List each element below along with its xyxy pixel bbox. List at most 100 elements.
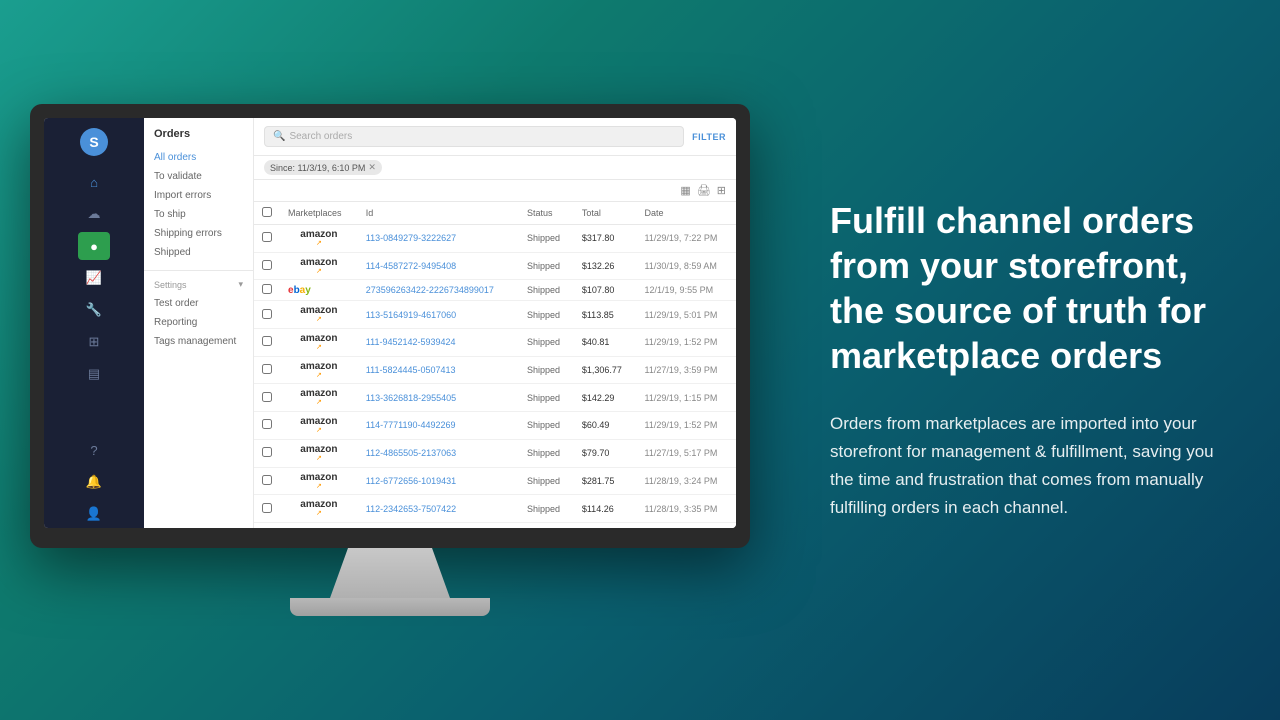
sidebar-icon-chart[interactable]: ● [78, 232, 110, 260]
cell-status: Shipped [519, 384, 574, 412]
cell-date: 11/29/19, 1:15 PM [637, 384, 736, 412]
cell-id: 111-5824445-0507413 [358, 356, 519, 384]
cell-date: 11/28/19, 3:24 PM [637, 467, 736, 495]
nav-shipped[interactable]: Shipped [144, 243, 253, 262]
text-section: Fulfill channel ordersfrom your storefro… [780, 158, 1280, 562]
nav-tags-management[interactable]: Tags management [144, 332, 253, 351]
table-row[interactable]: amazon↗113-5164919-4617060Shipped$113.85… [254, 301, 736, 329]
row-checkbox[interactable] [262, 447, 272, 457]
cell-status: Shipped [519, 412, 574, 440]
table-row[interactable]: ebay273596263422-2226734899017Shipped$10… [254, 280, 736, 301]
row-checkbox[interactable] [262, 309, 272, 319]
col-status: Status [519, 202, 574, 225]
table-toolbar: ▦ 🖨 ⊞ [254, 180, 736, 202]
cell-marketplace: amazon↗ [280, 329, 358, 357]
cell-id: 273596263422-2226734899017 [358, 280, 519, 301]
cell-marketplace: amazon↗ [280, 495, 358, 523]
nav-shipping-errors[interactable]: Shipping errors [144, 224, 253, 243]
sidebar-icon-doc[interactable]: ▤ [78, 360, 110, 388]
cell-date: 11/27/19, 5:17 PM [637, 439, 736, 467]
nav-reporting[interactable]: Reporting [144, 313, 253, 332]
select-all-checkbox[interactable] [262, 207, 272, 217]
search-box[interactable]: 🔍 Search orders [264, 126, 684, 147]
nav-all-orders[interactable]: All orders [144, 148, 253, 167]
cell-date: 11/27/19, 3:59 PM [637, 356, 736, 384]
app-sidebar: S ⌂ ☁ ● 📈 🔧 ⊞ ▤ ? 🔔 👤 [44, 118, 144, 528]
sidebar-icon-home[interactable]: ⌂ [78, 168, 110, 196]
table-row[interactable]: amazon↗111-5824445-0507413Shipped$1,306.… [254, 356, 736, 384]
monitor-bezel: S ⌂ ☁ ● 📈 🔧 ⊞ ▤ ? 🔔 👤 Orders All orde [30, 104, 750, 548]
table-row[interactable]: amazon↗114-4587272-9495408Shipped$132.26… [254, 252, 736, 280]
monitor-stand [330, 548, 450, 598]
table-row[interactable]: amazon↗111-9452142-5939424Shipped$40.811… [254, 329, 736, 357]
cell-total: $114.26 [574, 495, 637, 523]
table-row[interactable]: amazon↗114-7771190-4492269Shipped$60.491… [254, 412, 736, 440]
nav-import-errors[interactable]: Import errors [144, 186, 253, 205]
cell-total: $107.80 [574, 280, 637, 301]
table-row[interactable]: amazon↗112-6772656-1019431Shipped$281.75… [254, 467, 736, 495]
cell-total: $113.85 [574, 301, 637, 329]
cell-status: Shipped [519, 329, 574, 357]
cell-id: 112-6772656-1019431 [358, 467, 519, 495]
cell-status: Shipped [519, 356, 574, 384]
filter-tag[interactable]: Since: 11/3/19, 6:10 PM ✕ [264, 160, 382, 175]
toolbar-columns-icon[interactable]: ⊞ [717, 184, 726, 197]
toolbar-grid-icon[interactable]: ▦ [680, 184, 690, 197]
cell-date: 11/30/19, 8:59 AM [637, 252, 736, 280]
table-row[interactable]: amazon↗112-4865505-2137063Shipped$79.701… [254, 439, 736, 467]
cell-id: 112-2342653-7507422 [358, 495, 519, 523]
monitor-section: S ⌂ ☁ ● 📈 🔧 ⊞ ▤ ? 🔔 👤 Orders All orde [0, 0, 780, 720]
row-checkbox[interactable] [262, 284, 272, 294]
nav-to-ship[interactable]: To ship [144, 205, 253, 224]
nav-test-order[interactable]: Test order [144, 294, 253, 313]
row-checkbox[interactable] [262, 260, 272, 270]
cell-status: Shipped [519, 439, 574, 467]
row-checkbox[interactable] [262, 364, 272, 374]
sidebar-logo: S [80, 128, 108, 156]
cell-id: 114-4587272-9495408 [358, 252, 519, 280]
cell-status: Shipped [519, 280, 574, 301]
cell-status: Shipped [519, 252, 574, 280]
cell-total: $132.26 [574, 252, 637, 280]
cell-marketplace: amazon↗ [280, 384, 358, 412]
sidebar-icon-cloud[interactable]: ☁ [78, 200, 110, 228]
sidebar-icon-analytics[interactable]: 📈 [78, 264, 110, 292]
cell-total: $1,306.77 [574, 356, 637, 384]
col-total: Total [574, 202, 637, 225]
cell-total: $79.70 [574, 439, 637, 467]
row-checkbox[interactable] [262, 392, 272, 402]
cell-total: $40.81 [574, 329, 637, 357]
cell-marketplace: amazon↗ [280, 439, 358, 467]
row-checkbox[interactable] [262, 475, 272, 485]
left-nav-panel: Orders All orders To validate Import err… [144, 118, 254, 528]
nav-to-validate[interactable]: To validate [144, 167, 253, 186]
cell-status: Shipped [519, 467, 574, 495]
sidebar-icon-help[interactable]: ? [78, 436, 110, 464]
sidebar-icon-user[interactable]: 👤 [78, 500, 110, 528]
table-row[interactable]: amazon↗112-2342653-7507422Shipped$114.26… [254, 495, 736, 523]
table-row[interactable]: amazon↗113-0849279-3222627Shipped$317.80… [254, 225, 736, 253]
cell-status: Shipped [519, 495, 574, 523]
cell-id: 111-9452142-5939424 [358, 329, 519, 357]
filter-button[interactable]: FILTER [692, 132, 726, 142]
search-icon: 🔍 [273, 131, 285, 142]
description: Orders from marketplaces are imported in… [830, 410, 1230, 522]
cell-status: Shipped [519, 225, 574, 253]
row-checkbox[interactable] [262, 503, 272, 513]
monitor-screen: S ⌂ ☁ ● 📈 🔧 ⊞ ▤ ? 🔔 👤 Orders All orde [44, 118, 736, 528]
col-date: Date [637, 202, 736, 225]
headline: Fulfill channel ordersfrom your storefro… [830, 198, 1230, 378]
sidebar-icon-grid[interactable]: ⊞ [78, 328, 110, 356]
filter-tag-close[interactable]: ✕ [368, 162, 376, 173]
toolbar-print-icon[interactable]: 🖨 [697, 184, 711, 197]
cell-total: $281.75 [574, 467, 637, 495]
table-row[interactable]: amazon↗113-3626818-2955405Shipped$142.29… [254, 384, 736, 412]
row-checkbox[interactable] [262, 232, 272, 242]
cell-date: 11/29/19, 5:01 PM [637, 301, 736, 329]
sidebar-icon-tools[interactable]: 🔧 [78, 296, 110, 324]
row-checkbox[interactable] [262, 336, 272, 346]
col-marketplaces: Marketplaces [280, 202, 358, 225]
sidebar-icon-bell[interactable]: 🔔 [78, 468, 110, 496]
cell-total: $142.29 [574, 384, 637, 412]
row-checkbox[interactable] [262, 419, 272, 429]
